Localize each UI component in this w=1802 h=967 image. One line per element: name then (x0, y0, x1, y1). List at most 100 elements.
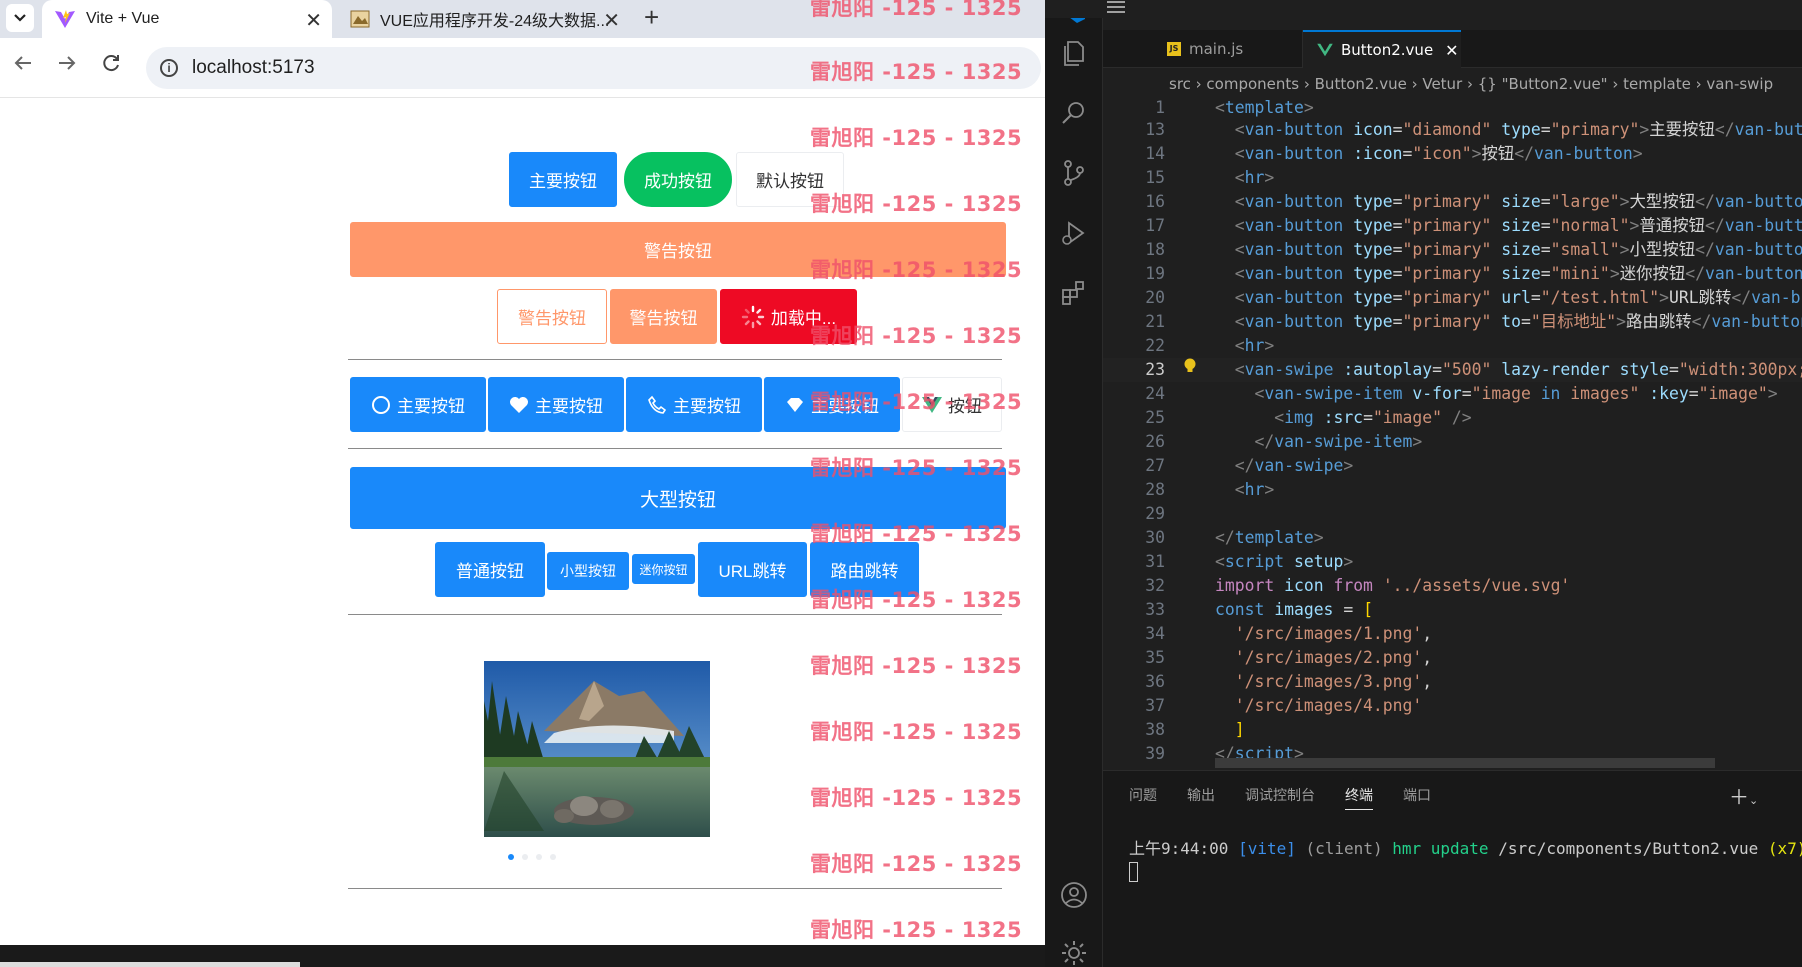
reload-icon (103, 55, 119, 72)
indicator-dot[interactable] (550, 854, 556, 860)
circle-icon (372, 395, 390, 414)
watermark: 雷旭阳 -125 - 1325 (810, 852, 1023, 876)
new-tab-button[interactable]: + (644, 2, 659, 33)
vite-logo-icon (55, 10, 75, 28)
watermark: 雷旭阳 -125 - 1325 (810, 522, 1023, 546)
terminal-time: 上午9:44:00 (1129, 839, 1229, 858)
small-button[interactable]: 小型按钮 (547, 552, 629, 590)
tab-label: main.js (1189, 40, 1244, 58)
landscape-image (484, 661, 710, 837)
code-editor[interactable]: 1 <template> 13 <van-button icon="diamond… (1103, 98, 1802, 770)
heart-icon (510, 396, 528, 413)
vscode-window: JS main.js Button2.vue ✕ src › component… (1045, 0, 1802, 967)
terminal-count: (x7) (1767, 839, 1802, 858)
watermark: 雷旭阳 -125 - 1325 (810, 60, 1023, 84)
phone-icon-button[interactable]: 主要按钮 (626, 377, 762, 432)
normal-button[interactable]: 普通按钮 (435, 542, 545, 597)
terminal-client: (client) (1305, 839, 1383, 858)
indicator-dot[interactable] (536, 854, 542, 860)
heart-icon-button[interactable]: 主要按钮 (488, 377, 624, 432)
watermark: 雷旭阳 -125 - 1325 (810, 720, 1023, 744)
editor-tab-bar: JS main.js Button2.vue ✕ (1103, 30, 1802, 68)
back-button[interactable] (12, 52, 34, 80)
search-icon[interactable] (1059, 98, 1089, 128)
watermark: 雷旭阳 -125 - 1325 (810, 390, 1023, 414)
horizontal-scrollbar[interactable] (1215, 758, 1715, 768)
divider (348, 448, 1002, 449)
panel-tab-debug-console[interactable]: 调试控制台 (1245, 785, 1315, 810)
mini-button[interactable]: 迷你按钮 (632, 554, 695, 584)
watermark: 雷旭阳 -125 - 1325 (810, 588, 1023, 612)
source-control-icon[interactable] (1059, 158, 1089, 188)
account-icon[interactable] (1059, 880, 1089, 910)
button-label: 主要按钮 (397, 397, 465, 416)
terminal-cursor (1129, 861, 1138, 882)
explorer-icon[interactable] (1059, 38, 1089, 68)
indicator-dot[interactable] (508, 854, 514, 860)
arrow-left-icon (14, 56, 31, 70)
primary-button[interactable]: 主要按钮 (509, 152, 617, 207)
loading-spinner-icon (741, 305, 765, 328)
close-tab-icon[interactable]: ✕ (603, 8, 620, 33)
close-tab-icon[interactable]: ✕ (305, 8, 322, 33)
divider (348, 359, 1002, 360)
editor-tab-button2-vue[interactable]: Button2.vue ✕ (1303, 30, 1461, 68)
run-debug-icon[interactable] (1059, 218, 1089, 248)
panel-tabs: 问题 输出 调试控制台 终端 端口 (1129, 785, 1431, 810)
watermark: 雷旭阳 -125 - 1325 (810, 918, 1023, 942)
url-text: localhost:5173 (192, 57, 315, 78)
terminal-path: /src/components/Button2.vue (1498, 839, 1759, 858)
arrow-right-icon (59, 56, 76, 70)
diamond-icon (787, 397, 803, 412)
warning-plain-button[interactable]: 警告按钮 (497, 289, 607, 344)
button-label: 主要按钮 (535, 397, 603, 416)
forward-button[interactable] (56, 52, 78, 80)
watermark: 雷旭阳 -125 - 1325 (810, 456, 1023, 480)
breadcrumb[interactable]: src › components › Button2.vue › Vetur ›… (1103, 70, 1802, 98)
panel-tab-output[interactable]: 输出 (1187, 785, 1215, 810)
tab-title: VUE应用程序开发-24级大数据... (380, 13, 610, 30)
terminal-panel: 问题 输出 调试控制台 终端 端口 ＋⌄ 上午9:44:00 [vite] (c… (1103, 770, 1802, 967)
swipe-indicators (508, 854, 556, 860)
tab-search-button[interactable] (6, 4, 34, 32)
menu-icon[interactable] (1105, 0, 1127, 14)
phone-icon (648, 395, 667, 414)
browser-tab-vite[interactable]: Vite + Vue ✕ (42, 0, 332, 38)
new-terminal-button[interactable]: ＋⌄ (1729, 781, 1758, 810)
url-button[interactable]: URL跳转 (698, 542, 807, 597)
divider (348, 614, 1002, 615)
warning-hairline-button[interactable]: 警告按钮 (610, 289, 717, 344)
reload-button[interactable] (100, 52, 122, 80)
lightbulb-icon[interactable] (1183, 357, 1197, 382)
terminal-output[interactable]: 上午9:44:00 [vite] (client) hmr update /sr… (1129, 835, 1802, 882)
vue-file-icon (1317, 43, 1333, 57)
tab-title: Vite + Vue (86, 10, 160, 27)
divider (348, 888, 1002, 889)
close-tab-icon[interactable]: ✕ (1445, 41, 1458, 60)
horizontal-scrollbar[interactable] (0, 962, 300, 967)
browser-tab-course[interactable]: VUE应用程序开发-24级大数据... ✕ (340, 0, 630, 38)
watermark: 雷旭阳 -125 - 1325 (810, 0, 1023, 20)
circle-icon-button[interactable]: 主要按钮 (350, 377, 486, 432)
watermark: 雷旭阳 -125 - 1325 (810, 258, 1023, 282)
swipe-carousel[interactable] (484, 661, 710, 837)
watermark: 雷旭阳 -125 - 1325 (810, 192, 1023, 216)
settings-gear-icon[interactable] (1059, 938, 1089, 967)
watermark: 雷旭阳 -125 - 1325 (810, 654, 1023, 678)
extensions-icon[interactable] (1059, 278, 1089, 308)
site-info-icon[interactable]: i (160, 59, 178, 77)
success-button[interactable]: 成功按钮 (624, 152, 732, 207)
panel-tab-problems[interactable]: 问题 (1129, 785, 1157, 810)
browser-window: Vite + Vue ✕ VUE应用程序开发-24级大数据... ✕ + i l… (0, 0, 1045, 967)
watermark: 雷旭阳 -125 - 1325 (810, 324, 1023, 348)
panel-tab-ports[interactable]: 端口 (1403, 785, 1431, 810)
indicator-dot[interactable] (522, 854, 528, 860)
editor-tab-main-js[interactable]: JS main.js (1153, 30, 1303, 68)
activity-bar (1045, 0, 1103, 967)
button-label: 主要按钮 (673, 397, 741, 416)
course-favicon-icon (350, 10, 370, 28)
title-bar (1045, 0, 1802, 18)
watermark: 雷旭阳 -125 - 1325 (810, 786, 1023, 810)
panel-tab-terminal[interactable]: 终端 (1345, 785, 1373, 810)
terminal-tag: [vite] (1238, 839, 1296, 858)
